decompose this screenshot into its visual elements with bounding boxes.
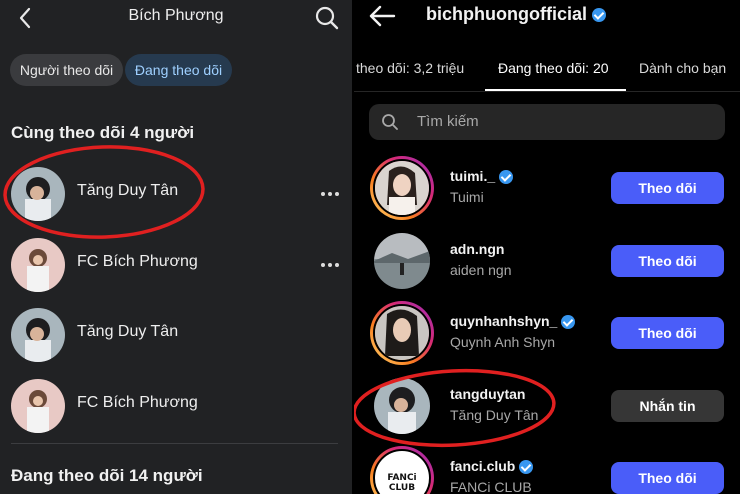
- list-item[interactable]: Tăng Duy Tân: [0, 305, 352, 365]
- tab-following[interactable]: Đang theo dõi: 20: [498, 60, 609, 76]
- tab-followers[interactable]: theo dõi: 3,2 triệu: [356, 60, 464, 76]
- user-fullname: FANCi CLUB: [450, 479, 532, 494]
- left-top-bar: Bích Phương: [0, 0, 352, 36]
- story-ring[interactable]: [370, 301, 434, 365]
- user-handle: fanci.club: [450, 458, 534, 475]
- avatar: [11, 379, 65, 433]
- user-name: FC Bích Phương: [77, 253, 198, 270]
- back-arrow-icon[interactable]: [368, 4, 396, 28]
- follow-tabs: theo dõi: 3,2 triệu Đang theo dõi: 20 Dà…: [354, 58, 740, 92]
- section-divider: [11, 443, 338, 444]
- user-handle: quynhanhshyn_: [450, 313, 576, 330]
- avatar: [11, 308, 65, 362]
- avatar: [373, 304, 431, 362]
- follow-button[interactable]: Theo dõi: [611, 462, 724, 494]
- profile-username: bichphuongofficial: [426, 4, 606, 25]
- avatar: [373, 159, 431, 217]
- avatar: FANCi CLUB: [373, 449, 431, 494]
- message-button[interactable]: Nhắn tin: [611, 390, 724, 422]
- user-handle: adn.ngn: [450, 241, 505, 257]
- more-options-icon[interactable]: [320, 262, 340, 268]
- verified-badge-icon: [561, 315, 576, 330]
- verified-badge-icon: [592, 8, 606, 23]
- user-handle: tuimi._: [450, 168, 514, 185]
- avatar-frame: [370, 229, 434, 293]
- avatar: [11, 238, 65, 292]
- user-name: FC Bích Phương: [77, 394, 198, 411]
- list-item[interactable]: FC Bích Phương: [0, 376, 352, 436]
- search-icon[interactable]: [314, 5, 340, 31]
- user-name: Tăng Duy Tân: [77, 323, 179, 340]
- left-panel-following-list: Bích Phương Người theo dõi Đang theo dõi…: [0, 0, 352, 494]
- more-options-icon[interactable]: [320, 191, 340, 197]
- tab-for-you[interactable]: Dành cho bạn: [639, 60, 726, 76]
- section-mutual-heading: Cùng theo dõi 4 người: [11, 123, 195, 142]
- red-annotation-circle: [354, 368, 556, 448]
- search-placeholder: Tìm kiếm: [417, 113, 479, 130]
- list-item[interactable]: FANCi CLUB fanci.club FANCi CLUB Theo dõ…: [354, 444, 740, 494]
- list-item[interactable]: tuimi._ Tuimi Theo dõi: [354, 154, 740, 224]
- list-item[interactable]: adn.ngn aiden ngn Theo dõi: [354, 227, 740, 297]
- list-item[interactable]: quynhanhshyn_ Quynh Anh Shyn Theo dõi: [354, 299, 740, 369]
- user-fullname: Quynh Anh Shyn: [450, 334, 556, 350]
- follow-button[interactable]: Theo dõi: [611, 245, 724, 277]
- verified-badge-icon: [499, 170, 514, 185]
- red-annotation-circle: [3, 145, 205, 239]
- tab-followers[interactable]: Người theo dõi: [10, 54, 123, 86]
- verified-badge-icon: [519, 460, 534, 475]
- user-fullname: Tuimi: [450, 189, 484, 205]
- story-ring[interactable]: [370, 156, 434, 220]
- avatar: [372, 231, 432, 291]
- active-tab-indicator: [485, 89, 626, 91]
- fanci-club-logo: FANCi CLUB: [387, 473, 417, 493]
- search-icon: [382, 114, 398, 130]
- right-panel-instagram-following: bichphuongofficial theo dõi: 3,2 triệu Đ…: [354, 0, 740, 494]
- tab-following[interactable]: Đang theo dõi: [125, 54, 232, 86]
- username-text: bichphuongofficial: [426, 4, 587, 24]
- section-following-heading: Đang theo dõi 14 người: [11, 466, 203, 485]
- profile-title: Bích Phương: [128, 7, 224, 24]
- story-ring[interactable]: FANCi CLUB: [370, 446, 434, 494]
- search-input[interactable]: Tìm kiếm: [369, 104, 725, 140]
- list-item[interactable]: FC Bích Phương: [0, 235, 352, 295]
- user-fullname: aiden ngn: [450, 262, 512, 278]
- follow-button[interactable]: Theo dõi: [611, 172, 724, 204]
- follow-button[interactable]: Theo dõi: [611, 317, 724, 349]
